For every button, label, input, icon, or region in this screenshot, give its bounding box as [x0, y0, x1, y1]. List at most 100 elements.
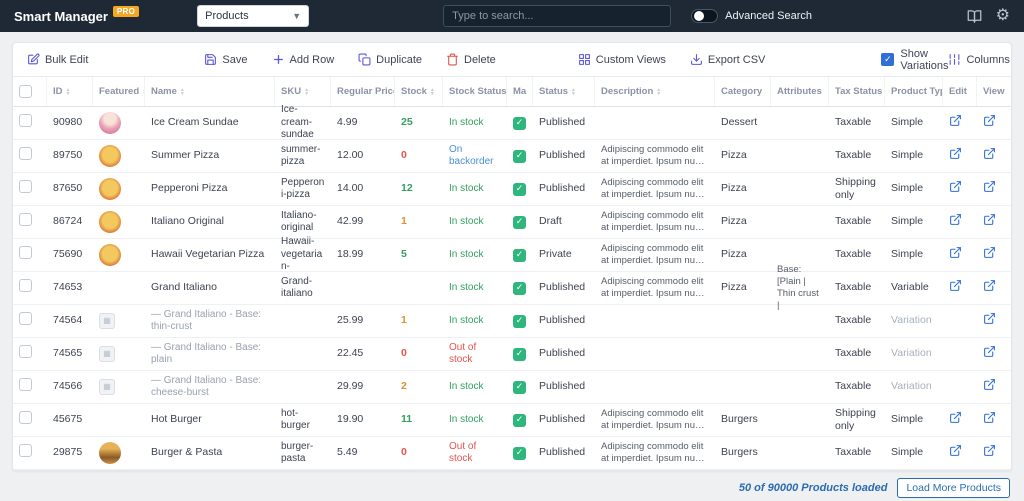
- cell-product-type[interactable]: Variation: [885, 346, 943, 361]
- cell-status[interactable]: Draft: [533, 214, 595, 229]
- cell-name[interactable]: Hawaii Vegetarian Pizza: [145, 247, 275, 262]
- cell-name[interactable]: Italiano Original: [145, 214, 275, 229]
- cell-regular-price[interactable]: 18.99: [331, 247, 395, 262]
- manage-stock-checkbox[interactable]: ✓: [513, 413, 526, 427]
- column-header-tax_status[interactable]: Tax Status▲▼: [829, 77, 885, 106]
- cell-category[interactable]: Burgers: [715, 412, 771, 427]
- cell-stock[interactable]: 2: [395, 379, 443, 394]
- cell-stock-status[interactable]: In stock: [443, 215, 507, 230]
- cell-id[interactable]: 89750: [47, 148, 93, 163]
- cell-category[interactable]: Burgers: [715, 445, 771, 460]
- cell-stock-status[interactable]: In stock: [443, 116, 507, 131]
- manage-stock-checkbox[interactable]: ✓: [513, 446, 526, 460]
- cell-regular-price[interactable]: 19.90: [331, 412, 395, 427]
- edit-product-icon[interactable]: [949, 180, 962, 193]
- column-header-edit[interactable]: Edit: [943, 77, 977, 106]
- cell-sku[interactable]: summer-pizza: [275, 143, 331, 170]
- column-header-ma[interactable]: Ma: [507, 77, 533, 106]
- cell-description[interactable]: Adipiscing commodo elit at imperdiet. Ip…: [595, 440, 715, 467]
- row-checkbox[interactable]: [19, 213, 32, 227]
- cell-regular-price[interactable]: [331, 287, 395, 289]
- cell-regular-price[interactable]: 5.49: [331, 445, 395, 460]
- edit-product-icon[interactable]: [949, 147, 962, 160]
- row-checkbox[interactable]: [19, 279, 32, 293]
- cell-regular-price[interactable]: 4.99: [331, 115, 395, 130]
- row-checkbox[interactable]: [19, 411, 32, 425]
- cell-stock[interactable]: 0: [395, 148, 443, 163]
- cell-name[interactable]: Burger & Pasta: [145, 445, 275, 460]
- row-checkbox[interactable]: [19, 312, 32, 326]
- custom-views-button[interactable]: Custom Views: [578, 53, 666, 66]
- cell-product-type[interactable]: Simple: [885, 181, 943, 196]
- cell-id[interactable]: 74564: [47, 313, 93, 328]
- column-header-featured[interactable]: Featured▲▼: [93, 77, 145, 106]
- cell-id[interactable]: 29875: [47, 445, 93, 460]
- cell-regular-price[interactable]: 22.45: [331, 346, 395, 361]
- cell-stock[interactable]: 25: [395, 115, 443, 130]
- cell-stock-status[interactable]: In stock: [443, 248, 507, 263]
- cell-sku[interactable]: Italiano-original: [275, 209, 331, 236]
- cell-product-type[interactable]: Simple: [885, 247, 943, 262]
- cell-stock[interactable]: 5: [395, 247, 443, 262]
- cell-id[interactable]: 74566: [47, 379, 93, 394]
- cell-description[interactable]: [595, 386, 715, 388]
- cell-description[interactable]: Adipiscing commodo elit at imperdiet. Ip…: [595, 176, 715, 203]
- column-header-name[interactable]: Name ▲ ▼: [145, 77, 275, 106]
- table-row[interactable]: 74565 ▦ — Grand Italiano - Base: plain 22.4…: [13, 338, 1011, 371]
- view-product-icon[interactable]: [983, 114, 996, 127]
- cell-product-type[interactable]: Simple: [885, 148, 943, 163]
- cell-featured[interactable]: ▦: [93, 378, 145, 396]
- view-product-icon[interactable]: [983, 312, 996, 325]
- load-more-products-button[interactable]: Load More Products: [897, 478, 1010, 498]
- cell-category[interactable]: [715, 353, 771, 355]
- cell-name[interactable]: Ice Cream Sundae: [145, 115, 275, 130]
- cell-name[interactable]: — Grand Italiano - Base: cheese-burst: [145, 374, 275, 401]
- cell-category[interactable]: Pizza: [715, 247, 771, 262]
- cell-category[interactable]: Pizza: [715, 214, 771, 229]
- cell-status[interactable]: Published: [533, 379, 595, 394]
- view-product-icon[interactable]: [983, 147, 996, 160]
- view-product-icon[interactable]: [983, 411, 996, 424]
- cell-id[interactable]: 74653: [47, 280, 93, 295]
- cell-status[interactable]: Published: [533, 181, 595, 196]
- row-checkbox[interactable]: [19, 180, 32, 194]
- table-row[interactable]: 45675 Hot Burger hot-burger 19.90 11 In stock…: [13, 404, 1011, 437]
- manage-stock-checkbox[interactable]: ✓: [513, 347, 526, 361]
- table-row[interactable]: 90980 Ice Cream Sundae Ice-cream-sundae 4.9…: [13, 104, 1011, 140]
- cell-attributes[interactable]: [771, 320, 829, 322]
- view-product-icon[interactable]: [983, 213, 996, 226]
- cell-featured[interactable]: [93, 243, 145, 267]
- cell-description[interactable]: [595, 320, 715, 322]
- table-row[interactable]: 89750 Summer Pizza summer-pizza 12.00 0 On ba…: [13, 140, 1011, 173]
- cell-featured[interactable]: ▦: [93, 312, 145, 330]
- column-header-id[interactable]: ID ▲ ▼: [47, 77, 93, 106]
- table-row[interactable]: 74564 ▦ — Grand Italiano - Base: thin-crus…: [13, 305, 1011, 338]
- cell-regular-price[interactable]: 42.99: [331, 214, 395, 229]
- cell-featured[interactable]: [93, 177, 145, 201]
- cell-attributes[interactable]: [771, 221, 829, 223]
- cell-stock-status[interactable]: In stock: [443, 413, 507, 428]
- view-product-icon[interactable]: [983, 444, 996, 457]
- cell-tax-status[interactable]: Taxable: [829, 445, 885, 460]
- cell-sku[interactable]: hot-burger: [275, 407, 331, 434]
- cell-stock[interactable]: 11: [395, 412, 443, 427]
- manage-stock-checkbox[interactable]: ✓: [513, 314, 526, 328]
- cell-tax-status[interactable]: Taxable: [829, 379, 885, 394]
- edit-product-icon[interactable]: [949, 213, 962, 226]
- cell-id[interactable]: 45675: [47, 412, 93, 427]
- cell-status[interactable]: Private: [533, 247, 595, 262]
- cell-name[interactable]: Hot Burger: [145, 412, 275, 427]
- cell-product-type[interactable]: Simple: [885, 115, 943, 130]
- cell-description[interactable]: [595, 122, 715, 124]
- save-button[interactable]: Save: [204, 53, 248, 66]
- cell-attributes[interactable]: [771, 353, 829, 355]
- cell-tax-status[interactable]: Shipping only: [829, 406, 885, 434]
- cell-id[interactable]: 74565: [47, 346, 93, 361]
- cell-description[interactable]: [595, 353, 715, 355]
- cell-attributes[interactable]: Base: [Plain | Thin crust |: [771, 263, 829, 313]
- cell-description[interactable]: Adipiscing commodo elit at imperdiet. Ip…: [595, 143, 715, 170]
- add-row-button[interactable]: Add Row: [272, 53, 334, 66]
- cell-sku[interactable]: Hawaii-vegetarian-: [275, 235, 331, 275]
- row-checkbox[interactable]: [19, 147, 32, 161]
- cell-regular-price[interactable]: 29.99: [331, 379, 395, 394]
